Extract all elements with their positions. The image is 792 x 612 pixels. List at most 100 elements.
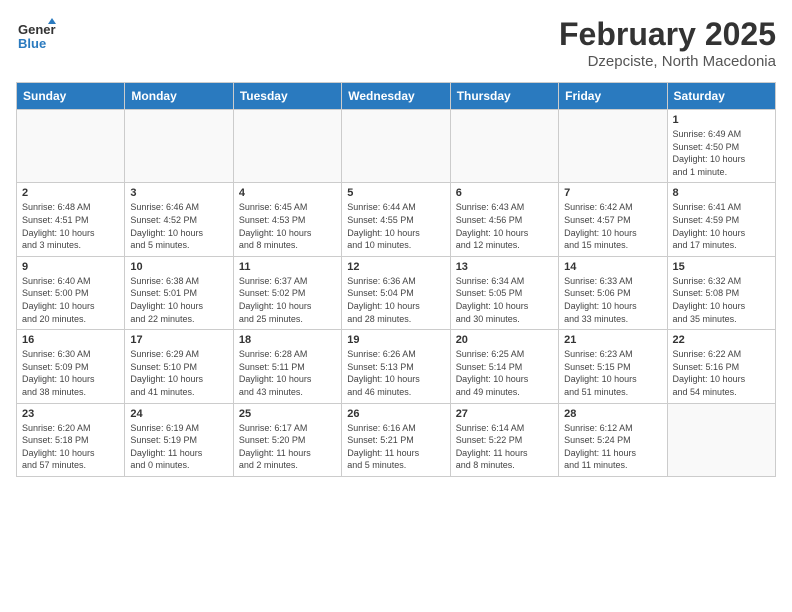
weekday-header-tuesday: Tuesday bbox=[233, 83, 341, 110]
calendar-cell: 21 Sunrise: 6:23 AM Sunset: 5:15 PM Dayli… bbox=[559, 330, 667, 403]
day-number: 14 bbox=[564, 261, 661, 273]
calendar-cell bbox=[342, 110, 450, 183]
day-info: Sunrise: 6:19 AM Sunset: 5:19 PM Dayligh… bbox=[130, 422, 227, 472]
calendar-cell: 11 Sunrise: 6:37 AM Sunset: 5:02 PM Dayli… bbox=[233, 256, 341, 329]
calendar-cell: 15 Sunrise: 6:32 AM Sunset: 5:08 PM Dayli… bbox=[667, 256, 775, 329]
calendar-cell: 25 Sunrise: 6:17 AM Sunset: 5:20 PM Dayli… bbox=[233, 403, 341, 476]
day-info: Sunrise: 6:49 AM Sunset: 4:50 PM Dayligh… bbox=[673, 128, 770, 178]
calendar-cell: 18Sunrise: 6:28 AM Sunset: 5:11 PM Dayli… bbox=[233, 330, 341, 403]
day-info: Sunrise: 6:20 AM Sunset: 5:18 PM Dayligh… bbox=[22, 422, 119, 472]
svg-text:General: General bbox=[18, 22, 56, 37]
day-number: 9 bbox=[22, 261, 119, 273]
day-number: 26 bbox=[347, 408, 444, 420]
calendar-cell bbox=[125, 110, 233, 183]
day-info: Sunrise: 6:38 AM Sunset: 5:01 PM Dayligh… bbox=[130, 275, 227, 325]
calendar-table: SundayMondayTuesdayWednesdayThursdayFrid… bbox=[16, 82, 776, 477]
day-number: 13 bbox=[456, 261, 553, 273]
day-number: 22 bbox=[673, 334, 770, 346]
day-number: 19 bbox=[347, 334, 444, 346]
weekday-header-friday: Friday bbox=[559, 83, 667, 110]
calendar-cell: 7Sunrise: 6:42 AM Sunset: 4:57 PM Daylig… bbox=[559, 183, 667, 256]
calendar-cell: 8 Sunrise: 6:41 AM Sunset: 4:59 PM Daylig… bbox=[667, 183, 775, 256]
day-info: Sunrise: 6:30 AM Sunset: 5:09 PM Dayligh… bbox=[22, 348, 119, 398]
calendar-cell: 10 Sunrise: 6:38 AM Sunset: 5:01 PM Dayli… bbox=[125, 256, 233, 329]
day-number: 4 bbox=[239, 187, 336, 199]
calendar-week-1: 1 Sunrise: 6:49 AM Sunset: 4:50 PM Daylig… bbox=[17, 110, 776, 183]
calendar-cell: 24 Sunrise: 6:19 AM Sunset: 5:19 PM Dayli… bbox=[125, 403, 233, 476]
day-info: Sunrise: 6:44 AM Sunset: 4:55 PM Dayligh… bbox=[347, 201, 444, 251]
weekday-header-monday: Monday bbox=[125, 83, 233, 110]
weekday-header-saturday: Saturday bbox=[667, 83, 775, 110]
day-info: Sunrise: 6:14 AM Sunset: 5:22 PM Dayligh… bbox=[456, 422, 553, 472]
day-number: 23 bbox=[22, 408, 119, 420]
day-info: Sunrise: 6:48 AM Sunset: 4:51 PM Dayligh… bbox=[22, 201, 119, 251]
calendar-cell: 17 Sunrise: 6:29 AM Sunset: 5:10 PM Dayli… bbox=[125, 330, 233, 403]
day-info: Sunrise: 6:12 AM Sunset: 5:24 PM Dayligh… bbox=[564, 422, 661, 472]
day-number: 6 bbox=[456, 187, 553, 199]
calendar-cell: 19 Sunrise: 6:26 AM Sunset: 5:13 PM Dayli… bbox=[342, 330, 450, 403]
day-info: Sunrise: 6:46 AM Sunset: 4:52 PM Dayligh… bbox=[130, 201, 227, 251]
calendar-cell: 14 Sunrise: 6:33 AM Sunset: 5:06 PM Dayli… bbox=[559, 256, 667, 329]
calendar-cell: 26Sunrise: 6:16 AM Sunset: 5:21 PM Dayli… bbox=[342, 403, 450, 476]
day-info: Sunrise: 6:23 AM Sunset: 5:15 PM Dayligh… bbox=[564, 348, 661, 398]
day-number: 11 bbox=[239, 261, 336, 273]
calendar-cell: 9 Sunrise: 6:40 AM Sunset: 5:00 PM Daylig… bbox=[17, 256, 125, 329]
day-number: 1 bbox=[673, 114, 770, 126]
title-area: February 2025 Dzepciste, North Macedonia bbox=[559, 16, 776, 70]
day-number: 20 bbox=[456, 334, 553, 346]
calendar-cell bbox=[17, 110, 125, 183]
day-number: 12 bbox=[347, 261, 444, 273]
svg-text:Blue: Blue bbox=[18, 36, 46, 51]
day-info: Sunrise: 6:36 AM Sunset: 5:04 PM Dayligh… bbox=[347, 275, 444, 325]
day-number: 28 bbox=[564, 408, 661, 420]
day-number: 25 bbox=[239, 408, 336, 420]
day-number: 2 bbox=[22, 187, 119, 199]
day-number: 10 bbox=[130, 261, 227, 273]
day-info: Sunrise: 6:17 AM Sunset: 5:20 PM Dayligh… bbox=[239, 422, 336, 472]
location-title: Dzepciste, North Macedonia bbox=[559, 53, 776, 70]
day-info: Sunrise: 6:22 AM Sunset: 5:16 PM Dayligh… bbox=[673, 348, 770, 398]
day-number: 3 bbox=[130, 187, 227, 199]
calendar-cell bbox=[667, 403, 775, 476]
calendar-cell: 28 Sunrise: 6:12 AM Sunset: 5:24 PM Dayli… bbox=[559, 403, 667, 476]
day-info: Sunrise: 6:33 AM Sunset: 5:06 PM Dayligh… bbox=[564, 275, 661, 325]
day-number: 8 bbox=[673, 187, 770, 199]
calendar-cell: 13Sunrise: 6:34 AM Sunset: 5:05 PM Dayli… bbox=[450, 256, 558, 329]
day-info: Sunrise: 6:41 AM Sunset: 4:59 PM Dayligh… bbox=[673, 201, 770, 251]
calendar-cell: 22 Sunrise: 6:22 AM Sunset: 5:16 PM Dayli… bbox=[667, 330, 775, 403]
day-number: 17 bbox=[130, 334, 227, 346]
day-info: Sunrise: 6:43 AM Sunset: 4:56 PM Dayligh… bbox=[456, 201, 553, 251]
weekday-header-thursday: Thursday bbox=[450, 83, 558, 110]
day-info: Sunrise: 6:32 AM Sunset: 5:08 PM Dayligh… bbox=[673, 275, 770, 325]
calendar-cell: 23 Sunrise: 6:20 AM Sunset: 5:18 PM Dayli… bbox=[17, 403, 125, 476]
page-header: General Blue February 2025 Dzepciste, No… bbox=[16, 16, 776, 70]
calendar-cell bbox=[233, 110, 341, 183]
month-title: February 2025 bbox=[559, 16, 776, 53]
calendar-cell: 16 Sunrise: 6:30 AM Sunset: 5:09 PM Dayli… bbox=[17, 330, 125, 403]
calendar-cell: 12 Sunrise: 6:36 AM Sunset: 5:04 PM Dayli… bbox=[342, 256, 450, 329]
day-number: 27 bbox=[456, 408, 553, 420]
calendar-cell: 20 Sunrise: 6:25 AM Sunset: 5:14 PM Dayli… bbox=[450, 330, 558, 403]
calendar-week-4: 16 Sunrise: 6:30 AM Sunset: 5:09 PM Dayli… bbox=[17, 330, 776, 403]
weekday-header-sunday: Sunday bbox=[17, 83, 125, 110]
day-number: 15 bbox=[673, 261, 770, 273]
day-number: 21 bbox=[564, 334, 661, 346]
calendar-cell bbox=[450, 110, 558, 183]
calendar-cell: 3 Sunrise: 6:46 AM Sunset: 4:52 PM Daylig… bbox=[125, 183, 233, 256]
day-number: 18 bbox=[239, 334, 336, 346]
day-number: 24 bbox=[130, 408, 227, 420]
day-info: Sunrise: 6:25 AM Sunset: 5:14 PM Dayligh… bbox=[456, 348, 553, 398]
day-number: 16 bbox=[22, 334, 119, 346]
calendar-week-3: 9 Sunrise: 6:40 AM Sunset: 5:00 PM Daylig… bbox=[17, 256, 776, 329]
calendar-week-5: 23 Sunrise: 6:20 AM Sunset: 5:18 PM Dayli… bbox=[17, 403, 776, 476]
day-info: Sunrise: 6:29 AM Sunset: 5:10 PM Dayligh… bbox=[130, 348, 227, 398]
calendar-cell: 4 Sunrise: 6:45 AM Sunset: 4:53 PM Daylig… bbox=[233, 183, 341, 256]
calendar-cell: 2 Sunrise: 6:48 AM Sunset: 4:51 PM Daylig… bbox=[17, 183, 125, 256]
calendar-cell: 1 Sunrise: 6:49 AM Sunset: 4:50 PM Daylig… bbox=[667, 110, 775, 183]
logo: General Blue bbox=[16, 16, 56, 61]
day-info: Sunrise: 6:40 AM Sunset: 5:00 PM Dayligh… bbox=[22, 275, 119, 325]
day-info: Sunrise: 6:37 AM Sunset: 5:02 PM Dayligh… bbox=[239, 275, 336, 325]
day-info: Sunrise: 6:45 AM Sunset: 4:53 PM Dayligh… bbox=[239, 201, 336, 251]
day-info: Sunrise: 6:42 AM Sunset: 4:57 PM Dayligh… bbox=[564, 201, 661, 251]
day-info: Sunrise: 6:26 AM Sunset: 5:13 PM Dayligh… bbox=[347, 348, 444, 398]
